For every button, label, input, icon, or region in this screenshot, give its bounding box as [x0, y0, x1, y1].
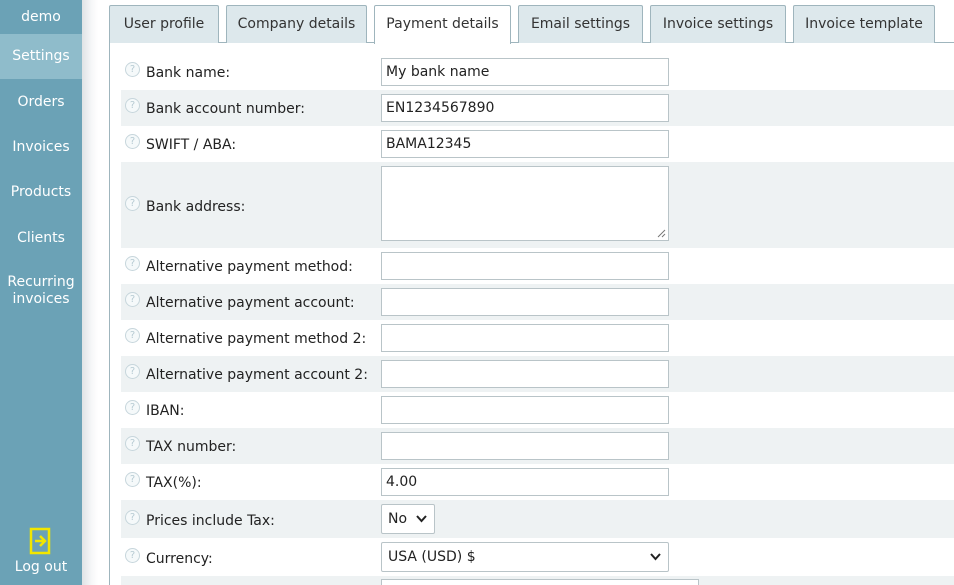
tab-invoice-template[interactable]: Invoice template: [793, 5, 935, 43]
question-icon[interactable]: ?: [125, 134, 140, 149]
field-label: Bank account number:: [146, 101, 305, 117]
tab-user-profile[interactable]: User profile: [109, 5, 219, 43]
form-row-tax-percent: ? TAX(%): 4.00: [121, 464, 954, 500]
logout-icon: [29, 527, 51, 555]
question-icon[interactable]: ?: [125, 98, 140, 113]
question-icon[interactable]: ?: [125, 292, 140, 307]
sidebar-shadow: [82, 0, 98, 585]
form-row-iban: ? IBAN:: [121, 392, 954, 428]
question-icon[interactable]: ?: [125, 472, 140, 487]
question-icon[interactable]: ?: [125, 400, 140, 415]
question-icon[interactable]: ?: [125, 196, 140, 211]
chevron-down-icon: [416, 515, 427, 523]
form-row-tax-number: ? TAX number:: [121, 428, 954, 464]
sidebar-item-orders[interactable]: Orders: [0, 80, 82, 125]
form-row-bank-address: ? Bank address:: [121, 162, 954, 248]
alt-payment-method-input[interactable]: [381, 252, 669, 280]
field-label: Alternative payment method:: [146, 259, 353, 275]
swift-aba-input[interactable]: BAMA12345: [381, 130, 669, 158]
question-icon[interactable]: ?: [125, 328, 140, 343]
tab-payment-details[interactable]: Payment details: [374, 5, 511, 44]
alt-payment-method-2-input[interactable]: [381, 324, 669, 352]
form-row-alt-payment-account: ? Alternative payment account:: [121, 284, 954, 320]
form-row-next-partial: [121, 576, 954, 585]
field-label: IBAN:: [146, 403, 185, 419]
currency-value: USA (USD) $: [388, 549, 476, 565]
question-icon[interactable]: ?: [125, 62, 140, 77]
iban-input[interactable]: [381, 396, 669, 424]
form-row-swift-aba: ? SWIFT / ABA: BAMA12345: [121, 126, 954, 162]
form-row-bank-account-number: ? Bank account number: EN1234567890: [121, 90, 954, 126]
field-label: Prices include Tax:: [146, 513, 275, 529]
tab-company-details[interactable]: Company details: [226, 5, 367, 43]
question-icon[interactable]: ?: [125, 256, 140, 271]
prices-include-tax-select[interactable]: No: [381, 504, 435, 534]
panel-left-border: [109, 42, 110, 585]
next-field-partial[interactable]: [381, 579, 699, 585]
prices-include-tax-value: No: [388, 511, 408, 527]
form-row-alt-payment-account-2: ? Alternative payment account 2:: [121, 356, 954, 392]
sidebar-item-settings[interactable]: Settings: [0, 34, 82, 79]
tab-invoice-settings[interactable]: Invoice settings: [650, 5, 786, 43]
bank-address-textarea[interactable]: [381, 166, 669, 241]
field-label: TAX number:: [146, 439, 237, 455]
logout-label: Log out: [14, 559, 68, 575]
question-icon[interactable]: ?: [125, 364, 140, 379]
tab-email-settings[interactable]: Email settings: [518, 5, 643, 43]
sidebar: demo Settings Orders Invoices Products C…: [0, 0, 82, 585]
form-row-currency: ? Currency: USA (USD) $: [121, 538, 954, 576]
field-label: SWIFT / ABA:: [146, 137, 237, 153]
resize-grip-icon[interactable]: [657, 229, 666, 238]
bank-account-number-input[interactable]: EN1234567890: [381, 94, 669, 122]
question-icon[interactable]: ?: [125, 548, 140, 563]
question-icon[interactable]: ?: [125, 510, 140, 525]
tax-number-input[interactable]: [381, 432, 669, 460]
field-label: Alternative payment account 2:: [146, 367, 368, 383]
sidebar-item-clients[interactable]: Clients: [0, 216, 82, 261]
field-label: Alternative payment account:: [146, 295, 355, 311]
chevron-down-icon: [650, 553, 661, 561]
alt-payment-account-2-input[interactable]: [381, 360, 669, 388]
sidebar-item-recurring-invoices[interactable]: Recurring invoices: [0, 274, 82, 314]
field-label: Alternative payment method 2:: [146, 331, 367, 347]
alt-payment-account-input[interactable]: [381, 288, 669, 316]
field-label: Bank name:: [146, 65, 231, 81]
form-row-bank-name: ? Bank name: My bank name: [121, 54, 954, 90]
form-row-alt-payment-method-2: ? Alternative payment method 2:: [121, 320, 954, 356]
username: demo: [21, 9, 61, 25]
sidebar-item-invoices[interactable]: Invoices: [0, 125, 82, 170]
form-row-prices-include-tax: ? Prices include Tax: No: [121, 500, 954, 538]
currency-select[interactable]: USA (USD) $: [381, 542, 669, 572]
question-icon[interactable]: ?: [125, 436, 140, 451]
field-label: Bank address:: [146, 199, 246, 215]
logout-button[interactable]: Log out: [0, 527, 82, 585]
sidebar-item-products[interactable]: Products: [0, 170, 82, 215]
tax-percent-input[interactable]: 4.00: [381, 468, 669, 496]
field-label: Currency:: [146, 551, 213, 567]
field-label: TAX(%):: [146, 475, 202, 491]
form-row-alt-payment-method: ? Alternative payment method:: [121, 248, 954, 284]
bank-name-input[interactable]: My bank name: [381, 58, 669, 86]
